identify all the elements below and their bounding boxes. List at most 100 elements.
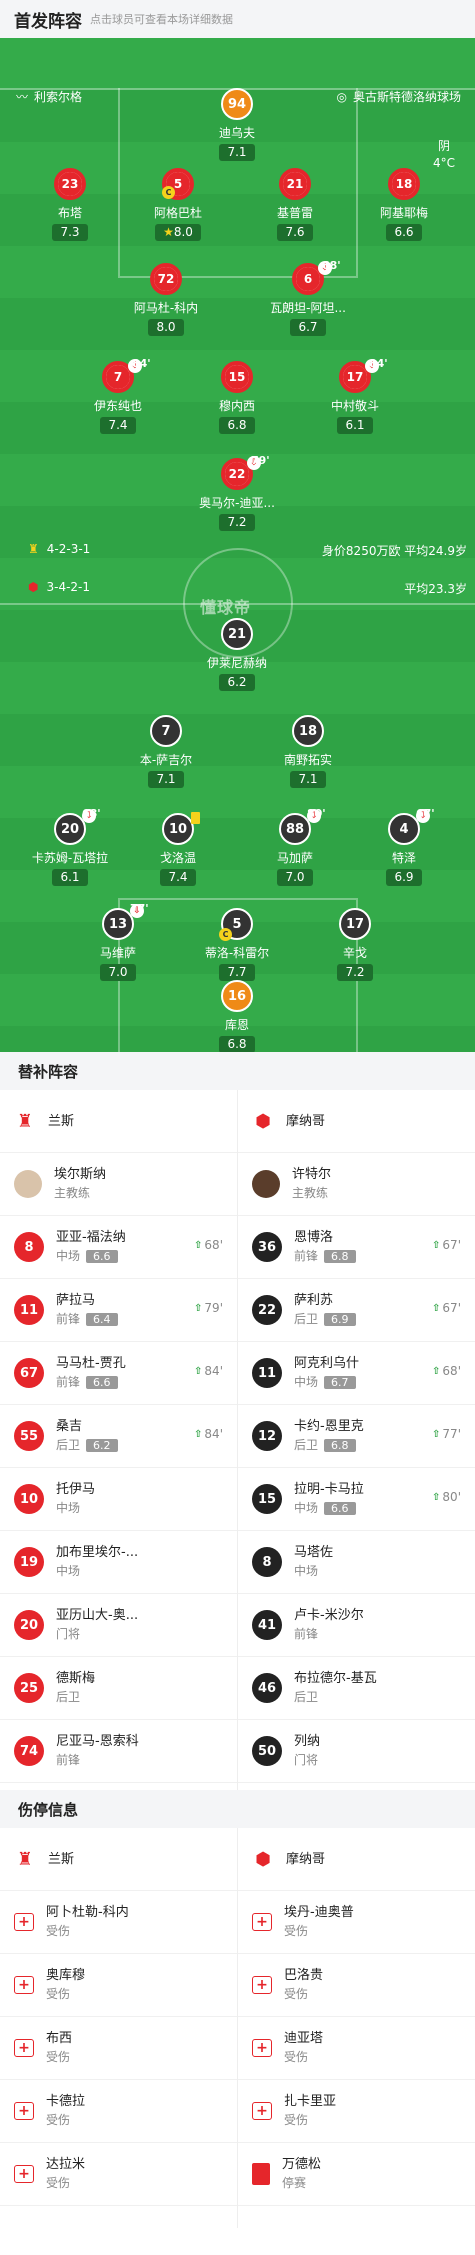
sub-player-row[interactable]: 11 阿克利乌什 中场 6.7 ⇧ 68' <box>238 1342 475 1405</box>
sub-player-position-line: 前锋 <box>56 1751 139 1770</box>
sub-time: ⇧ 84' <box>194 1427 223 1441</box>
sub-player-row[interactable]: 8 亚亚-福法纳 中场 6.6 ⇧ 68' <box>0 1216 237 1279</box>
injury-info: 万德松 停赛 <box>282 2155 321 2193</box>
home-injuries-column: ♜ 兰斯 + 阿卜杜勒-科内 受伤 + 奥库穆 受伤 + 布西 受伤 + 卡德拉 受伤 + 达拉米 受伤 <box>0 1828 237 2206</box>
whistle-icon: 〰 <box>16 90 29 104</box>
player-away-lm[interactable]: 20 ⇩ 68' 卡苏姆-瓦塔拉 6.1 <box>10 807 130 886</box>
home-venue: 〰 利索尔格 <box>16 88 82 105</box>
injury-player-name: 万德松 <box>282 2157 322 2172</box>
sub-player-row[interactable]: 10 托伊马 中场 <box>0 1468 237 1531</box>
sub-player-row[interactable]: 50 列纳 门将 <box>238 1720 475 1783</box>
sub-player-rating: 6.6 <box>324 1502 356 1515</box>
injury-icon: + <box>14 2165 34 2183</box>
sub-player-rating: 6.2 <box>86 1439 118 1452</box>
player-away-am1[interactable]: 7 本-萨吉尔 7.1 <box>106 715 226 788</box>
jersey-number: 22 <box>252 1295 282 1325</box>
player-away-cb1[interactable]: 13 ⇩ 77' 马维萨 7.0 <box>58 902 178 981</box>
sub-player-position: 门将 <box>294 1753 319 1767</box>
sub-player-position-line: 门将 <box>294 1751 320 1770</box>
injury-row[interactable]: + 奥库穆 受伤 <box>0 1954 237 2017</box>
reims-crest-icon: ♜ <box>28 542 39 556</box>
lineup-subtitle: 点击球员可查看本场详细数据 <box>90 13 233 26</box>
player-away-rm[interactable]: 4 ⇩ 67' 特泽 6.9 <box>344 807 464 886</box>
sub-player-row[interactable]: 25 德斯梅 后卫 <box>0 1657 237 1720</box>
player-home-cb2[interactable]: 21 基普雷 7.6 <box>235 168 355 241</box>
injury-row[interactable]: + 达拉米 受伤 <box>0 2143 237 2206</box>
player-away-cb3[interactable]: 17 辛戈 7.2 <box>295 908 415 981</box>
injury-info: 达拉米 受伤 <box>46 2155 85 2193</box>
player-away-gk[interactable]: 16 库恩 6.8 <box>177 980 297 1052</box>
sub-player-name: 马马杜-贾孔 <box>56 1356 126 1371</box>
player-home-am[interactable]: 15 穆内西 6.8 <box>177 361 297 434</box>
player-home-lb[interactable]: 23 布塔 7.3 <box>10 168 130 241</box>
jersey-number: 19 <box>14 1547 44 1577</box>
sub-player-name: 卡约-恩里克 <box>294 1419 364 1434</box>
sub-time: ⇧ 68' <box>432 1364 461 1378</box>
player-away-cb2[interactable]: 5 C 蒂洛-科雷尔 7.7 <box>177 908 297 981</box>
sub-time: ⇧ 84' <box>194 1364 223 1378</box>
home-coach-row[interactable]: 埃尔斯纳 主教练 <box>0 1153 237 1216</box>
home-team-row: ♜ 兰斯 <box>0 1090 237 1153</box>
sub-player-position: 后卫 <box>294 1312 319 1326</box>
player-home-gk[interactable]: 94 迪乌夫 7.1 <box>177 88 297 161</box>
sub-player-name: 列纳 <box>294 1734 321 1749</box>
sub-time: ⇧ 79' <box>194 1301 223 1315</box>
weather: 阴 4°C <box>433 138 455 172</box>
sub-player-name: 恩博洛 <box>294 1230 334 1245</box>
sub-player-position: 中场 <box>294 1564 319 1578</box>
sub-player-name: 亚亚-福法纳 <box>56 1230 126 1245</box>
player-home-rb[interactable]: 18 阿基耶梅 6.6 <box>344 168 464 241</box>
injury-row[interactable]: + 布西 受伤 <box>0 2017 237 2080</box>
injury-player-name: 奥库穆 <box>46 1968 86 1983</box>
injury-row[interactable]: + 迪亚塔 受伤 <box>238 2017 475 2080</box>
injury-info: 奥库穆 受伤 <box>46 1966 85 2004</box>
jersey-number: 8 <box>14 1232 44 1262</box>
away-coach-row[interactable]: 许特尔 主教练 <box>238 1153 475 1216</box>
captain-icon: C <box>162 186 175 199</box>
injury-player-name: 巴洛贵 <box>284 1968 324 1983</box>
sub-player-row[interactable]: 12 卡约-恩里克 后卫 6.8 ⇧ 77' <box>238 1405 475 1468</box>
player-home-rw[interactable]: 17 ⇩ 84' 中村敬斗 6.1 <box>295 357 415 434</box>
away-formation: ⬢ 3-4-2-1 <box>28 580 90 594</box>
sub-in-icon: ⇧ <box>432 1428 441 1440</box>
sub-in-icon: ⇧ <box>432 1302 441 1314</box>
sub-player-row[interactable]: 15 拉明-卡马拉 中场 6.6 ⇧ 80' <box>238 1468 475 1531</box>
injury-status: 停赛 <box>282 2176 307 2190</box>
player-away-cm1[interactable]: 10 戈洛温 7.4 <box>118 812 238 886</box>
sub-player-row[interactable]: 46 布拉德尔-基瓦 后卫 <box>238 1657 475 1720</box>
player-away-am2[interactable]: 18 南野拓实 7.1 <box>248 715 368 788</box>
sub-player-position-line: 中场 <box>56 1562 138 1581</box>
player-home-st[interactable]: 22 ⇩ 79' 奥马尔-迪亚... 7.2 <box>177 454 297 531</box>
injury-info: 扎卡里亚 受伤 <box>284 2092 336 2130</box>
injury-row[interactable]: + 巴洛贵 受伤 <box>238 1954 475 2017</box>
player-home-cb1[interactable]: 5 C 阿格巴杜 ★8.0 <box>118 168 238 241</box>
sub-player-row[interactable]: 74 尼亚马-恩索科 前锋 <box>0 1720 237 1783</box>
player-away-cm2[interactable]: 88 ⇩ 80' 马加萨 7.0 <box>235 807 355 886</box>
sub-player-row[interactable]: 11 萨拉马 前锋 6.4 ⇧ 79' <box>0 1279 237 1342</box>
sub-player-row[interactable]: 67 马马杜-贾孔 前锋 6.6 ⇧ 84' <box>0 1342 237 1405</box>
player-home-lw[interactable]: 7 ⇩ 84' 伊东纯也 7.4 <box>58 357 178 434</box>
injury-row[interactable]: + 卡德拉 受伤 <box>0 2080 237 2143</box>
sub-player-row[interactable]: 55 桑吉 后卫 6.2 ⇧ 84' <box>0 1405 237 1468</box>
sub-player-row[interactable]: 36 恩博洛 前锋 6.8 ⇧ 67' <box>238 1216 475 1279</box>
sub-player-row[interactable]: 8 马塔佐 中场 <box>238 1531 475 1594</box>
sub-player-info: 桑吉 后卫 6.2 <box>56 1417 118 1455</box>
player-home-dm1[interactable]: 72 阿马杜-科内 8.0 <box>106 263 226 336</box>
injury-status: 受伤 <box>46 2113 71 2127</box>
injury-info: 阿卜杜勒-科内 受伤 <box>46 1903 129 1941</box>
injury-row[interactable]: + 阿卜杜勒-科内 受伤 <box>0 1891 237 1954</box>
sub-player-row[interactable]: 41 卢卡-米沙尔 前锋 <box>238 1594 475 1657</box>
jersey-number: 20 <box>14 1610 44 1640</box>
player-away-st[interactable]: 21 伊莱尼赫纳 6.2 <box>177 618 297 691</box>
injury-row[interactable]: + 埃丹-迪奥普 受伤 <box>238 1891 475 1954</box>
injury-row[interactable]: + 扎卡里亚 受伤 <box>238 2080 475 2143</box>
sub-player-row[interactable]: 20 亚历山大-奥... 门将 <box>0 1594 237 1657</box>
sub-player-row[interactable]: 22 萨利苏 后卫 6.9 ⇧ 67' <box>238 1279 475 1342</box>
home-formation: ♜ 4-2-3-1 <box>28 542 90 556</box>
sub-player-info: 托伊马 中场 <box>56 1480 95 1518</box>
sub-player-name: 亚历山大-奥... <box>56 1608 139 1623</box>
player-home-dm2[interactable]: 6 ⇩ 68' 瓦朗坦-阿坦... 6.7 <box>248 259 368 336</box>
sub-player-row[interactable]: 19 加布里埃尔-... 中场 <box>0 1531 237 1594</box>
sub-player-position: 中场 <box>294 1501 319 1515</box>
injury-row[interactable]: 万德松 停赛 <box>238 2143 475 2206</box>
